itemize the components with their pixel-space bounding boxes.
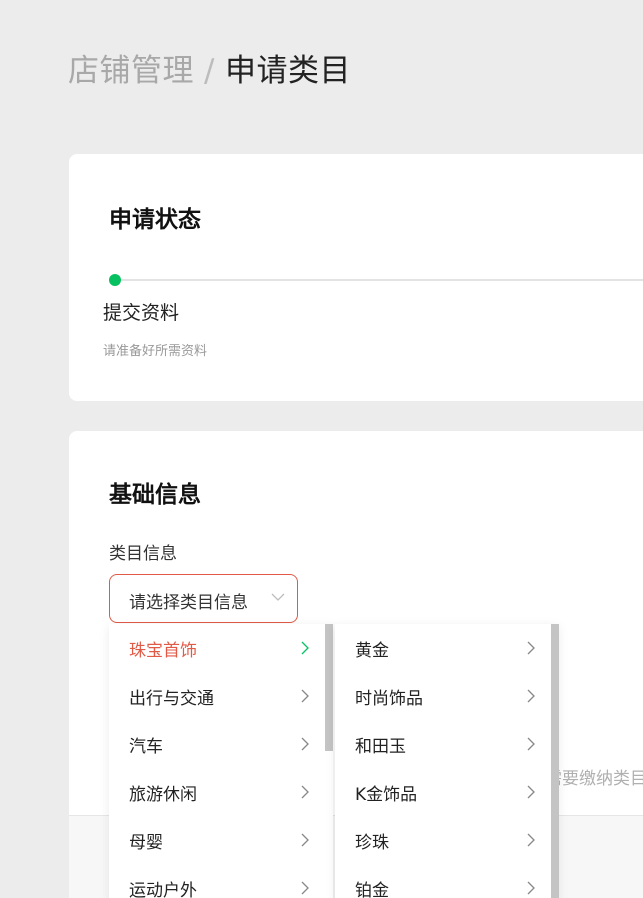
category-level2-panel: 黄金 时尚饰品 和田玉 K金饰品 珍珠 铂金	[335, 624, 559, 898]
step-description: 请准备好所需资料	[103, 344, 208, 359]
category-level2-item[interactable]: 珍珠	[335, 816, 559, 864]
category-level1-item[interactable]: 运动户外	[109, 864, 333, 898]
basic-info-title: 基础信息	[109, 482, 201, 508]
category-level2-label: 铂金	[355, 881, 389, 898]
status-card: 申请状态 提交资料 请准备好所需资料	[69, 154, 643, 401]
category-level2-label: K金饰品	[355, 785, 418, 805]
breadcrumb-parent-link[interactable]: 店铺管理	[68, 53, 194, 89]
status-card-title: 申请状态	[109, 207, 201, 233]
chevron-right-icon	[527, 833, 535, 847]
chevron-down-icon	[271, 593, 285, 601]
category-level2-item[interactable]: 和田玉	[335, 720, 559, 768]
category-level2-label: 时尚饰品	[355, 689, 423, 709]
category-level2-item[interactable]: 铂金	[335, 864, 559, 898]
chevron-right-icon	[527, 737, 535, 751]
category-level1-label: 珠宝首饰	[129, 641, 197, 661]
category-level1-label: 汽车	[129, 737, 163, 757]
step-progress-line	[115, 279, 643, 281]
category-level1-panel: 珠宝首饰 出行与交通 汽车 旅游休闲 母婴 运动户外	[109, 624, 333, 898]
category-level1-item[interactable]: 母婴	[109, 816, 333, 864]
breadcrumb-separator: /	[204, 53, 215, 89]
chevron-right-icon	[301, 833, 309, 847]
category-level1-label: 旅游休闲	[129, 785, 197, 805]
category-level2-label: 和田玉	[355, 737, 406, 757]
breadcrumb: 店铺管理 / 申请类目	[68, 52, 351, 90]
chevron-right-icon	[527, 641, 535, 655]
chevron-right-icon	[301, 785, 309, 799]
chevron-right-icon	[527, 785, 535, 799]
category-level2-label: 珍珠	[355, 833, 389, 853]
category-level1-label: 出行与交通	[129, 689, 214, 709]
category-level1-item[interactable]: 汽车	[109, 720, 333, 768]
chevron-right-icon	[301, 737, 309, 751]
category-level1-label: 运动户外	[129, 881, 197, 898]
category-level2-item[interactable]: K金饰品	[335, 768, 559, 816]
step-title: 提交资料	[103, 302, 180, 324]
level2-scrollbar[interactable]	[551, 624, 559, 898]
category-select[interactable]: 请选择类目信息	[109, 574, 298, 623]
category-level1-item[interactable]: 旅游休闲	[109, 768, 333, 816]
chevron-right-icon	[301, 881, 309, 895]
step-current-dot	[109, 274, 121, 286]
category-level1-label: 母婴	[129, 833, 163, 853]
category-level1-item[interactable]: 珠宝首饰	[109, 624, 333, 672]
chevron-right-icon	[527, 689, 535, 703]
category-level1-item[interactable]: 出行与交通	[109, 672, 333, 720]
chevron-right-icon	[301, 641, 309, 655]
level1-scrollbar[interactable]	[325, 624, 333, 751]
breadcrumb-current: 申请类目	[224, 53, 351, 89]
chevron-right-icon	[527, 881, 535, 895]
chevron-right-icon	[301, 689, 309, 703]
category-level2-item[interactable]: 时尚饰品	[335, 672, 559, 720]
category-select-placeholder: 请选择类目信息	[129, 593, 248, 613]
category-level2-label: 黄金	[355, 641, 389, 661]
category-field-label: 类目信息	[109, 544, 177, 564]
fee-hint-text: 需要缴纳类目	[545, 769, 643, 789]
category-level2-item[interactable]: 黄金	[335, 624, 559, 672]
